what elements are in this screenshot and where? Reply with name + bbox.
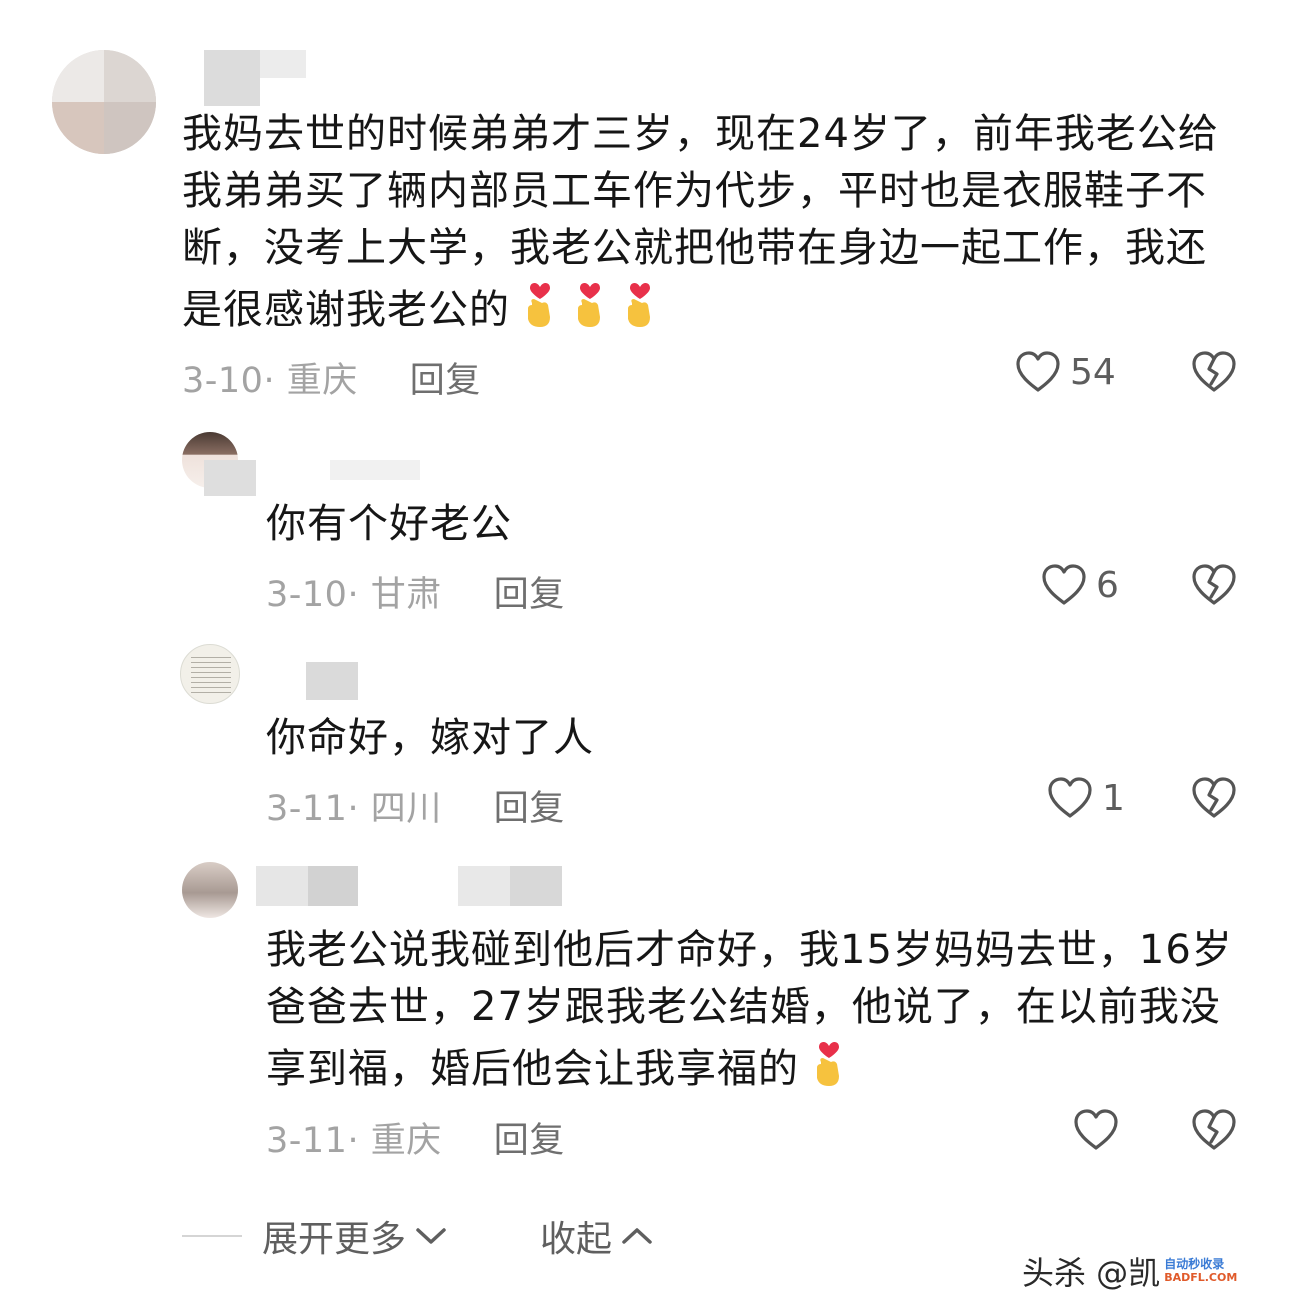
heart-outline-icon [1042, 564, 1086, 605]
divider [182, 1235, 242, 1237]
like-button[interactable]: 6 [1040, 563, 1119, 607]
finger-heart-emoji-icon [809, 1036, 849, 1104]
avatar[interactable] [182, 862, 238, 918]
comment-date: 3-10 [182, 361, 264, 401]
reply-text: 我老公说我碰到他后才命好，我15岁妈妈去世，16岁爸爸去世，27岁跟我老公结婚，… [266, 922, 1256, 1104]
finger-heart-emoji-icon [520, 277, 560, 345]
username-redacted [330, 460, 420, 480]
finger-heart-emoji-icon [620, 277, 660, 345]
reply-date: 3-11 [266, 1121, 348, 1161]
comment-text: 我妈去世的时候弟弟才三岁，现在24岁了，前年我老公给我弟弟买了辆内部员工车作为代… [182, 106, 1242, 345]
like-count: 1 [1102, 777, 1125, 819]
collapse-button[interactable]: 收起 [540, 1210, 654, 1262]
expand-more-button[interactable]: 展开更多 [262, 1210, 448, 1262]
reply-text: 你有个好老公 [266, 501, 512, 547]
reply-location: 甘肃 [370, 575, 442, 615]
username-redacted [204, 50, 260, 106]
watermark-logo: 自动秒收录 BADFL.COM [1164, 1257, 1238, 1284]
reply-text: 你命好，嫁对了人 [266, 715, 594, 761]
expand-more-label: 展开更多 [262, 1219, 407, 1260]
username-redacted [510, 866, 562, 906]
chevron-down-icon [416, 1228, 446, 1244]
like-button[interactable]: 54 [1014, 350, 1116, 394]
broken-heart-icon [1192, 351, 1236, 392]
username-redacted [260, 50, 306, 78]
username-redacted [458, 866, 510, 906]
reply-button[interactable]: 回复 [494, 575, 565, 615]
like-button[interactable]: 1 [1046, 776, 1125, 820]
username-redacted [306, 662, 358, 700]
collapse-label: 收起 [540, 1219, 613, 1260]
reply-date: 3-10 [266, 575, 348, 615]
avatar[interactable] [180, 644, 240, 704]
username-redacted [308, 866, 358, 906]
dislike-button[interactable] [1190, 563, 1238, 607]
broken-heart-icon [1192, 1109, 1236, 1150]
comment-meta: 3-10· 重庆 回复 [182, 361, 481, 401]
dislike-button[interactable] [1190, 776, 1238, 820]
reply-location: 四川 [370, 789, 442, 829]
chevron-up-icon [622, 1228, 652, 1244]
like-count: 6 [1096, 564, 1119, 606]
comment-location: 重庆 [286, 361, 358, 401]
username-redacted [204, 460, 256, 496]
heart-outline-icon [1048, 777, 1092, 818]
finger-heart-emoji-icon [570, 277, 610, 345]
reply-button[interactable]: 回复 [494, 789, 565, 829]
dislike-button[interactable] [1190, 350, 1238, 394]
reply-meta: 3-11· 重庆 回复 [266, 1121, 565, 1161]
reply-button[interactable]: 回复 [494, 1121, 565, 1161]
avatar[interactable] [52, 50, 156, 154]
like-count: 54 [1070, 351, 1116, 393]
expand-collapse-row: 展开更多 收起 [182, 1208, 654, 1264]
watermark-text: 头杀 @凯 [1022, 1254, 1161, 1292]
watermark: 头杀 @凯 自动秒收录 BADFL.COM [1022, 1248, 1237, 1294]
dislike-button[interactable] [1190, 1108, 1238, 1152]
broken-heart-icon [1192, 777, 1236, 818]
heart-outline-icon [1074, 1109, 1118, 1150]
reply-button[interactable]: 回复 [410, 361, 481, 401]
heart-outline-icon [1016, 351, 1060, 392]
reply-meta: 3-11· 四川 回复 [266, 789, 565, 829]
reply-date: 3-11 [266, 789, 348, 829]
broken-heart-icon [1192, 564, 1236, 605]
username-redacted [256, 866, 308, 906]
like-button[interactable] [1072, 1108, 1128, 1152]
reply-location: 重庆 [370, 1121, 442, 1161]
reply-meta: 3-10· 甘肃 回复 [266, 575, 565, 615]
